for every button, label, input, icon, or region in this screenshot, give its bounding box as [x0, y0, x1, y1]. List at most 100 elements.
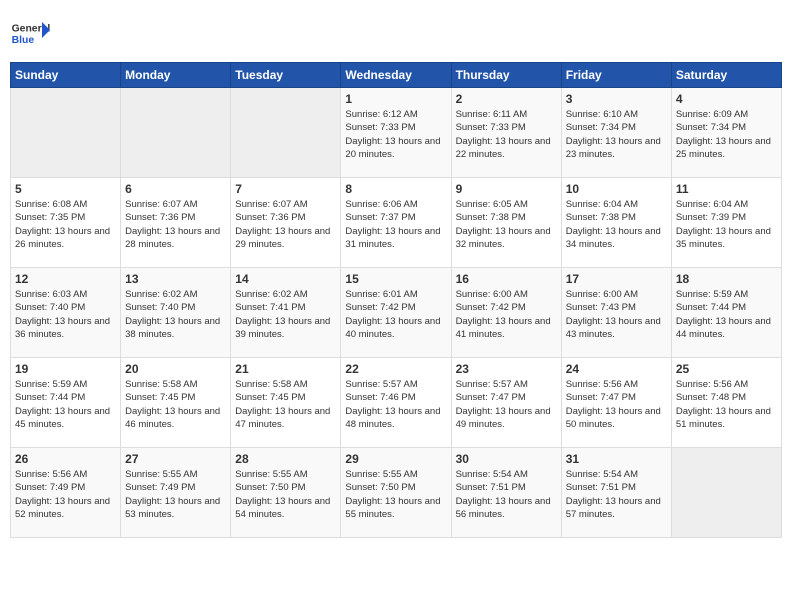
day-number: 21: [235, 362, 336, 376]
calendar-cell: 13 Sunrise: 6:02 AMSunset: 7:40 PMDayligh…: [121, 268, 231, 358]
day-number: 14: [235, 272, 336, 286]
day-info: Sunrise: 5:56 AMSunset: 7:49 PMDaylight:…: [15, 468, 116, 521]
day-info: Sunrise: 5:59 AMSunset: 7:44 PMDaylight:…: [676, 288, 777, 341]
day-number: 20: [125, 362, 226, 376]
day-info: Sunrise: 5:58 AMSunset: 7:45 PMDaylight:…: [235, 378, 336, 431]
day-info: Sunrise: 6:07 AMSunset: 7:36 PMDaylight:…: [125, 198, 226, 251]
day-info: Sunrise: 5:59 AMSunset: 7:44 PMDaylight:…: [15, 378, 116, 431]
day-number: 17: [566, 272, 667, 286]
calendar-cell: 29 Sunrise: 5:55 AMSunset: 7:50 PMDayligh…: [341, 448, 451, 538]
svg-text:Blue: Blue: [12, 35, 35, 46]
day-number: 12: [15, 272, 116, 286]
day-info: Sunrise: 6:10 AMSunset: 7:34 PMDaylight:…: [566, 108, 667, 161]
calendar-cell: 23 Sunrise: 5:57 AMSunset: 7:47 PMDayligh…: [451, 358, 561, 448]
weekday-header-saturday: Saturday: [671, 63, 781, 88]
day-number: 11: [676, 182, 777, 196]
calendar-week-5: 26 Sunrise: 5:56 AMSunset: 7:49 PMDayligh…: [11, 448, 782, 538]
day-number: 5: [15, 182, 116, 196]
day-number: 31: [566, 452, 667, 466]
calendar-cell: 17 Sunrise: 6:00 AMSunset: 7:43 PMDayligh…: [561, 268, 671, 358]
day-info: Sunrise: 6:00 AMSunset: 7:43 PMDaylight:…: [566, 288, 667, 341]
weekday-header-friday: Friday: [561, 63, 671, 88]
weekday-header-sunday: Sunday: [11, 63, 121, 88]
day-info: Sunrise: 6:04 AMSunset: 7:38 PMDaylight:…: [566, 198, 667, 251]
calendar-cell: 20 Sunrise: 5:58 AMSunset: 7:45 PMDayligh…: [121, 358, 231, 448]
day-number: 15: [345, 272, 446, 286]
calendar-cell: 19 Sunrise: 5:59 AMSunset: 7:44 PMDayligh…: [11, 358, 121, 448]
day-info: Sunrise: 6:04 AMSunset: 7:39 PMDaylight:…: [676, 198, 777, 251]
day-number: 1: [345, 92, 446, 106]
calendar-cell: 14 Sunrise: 6:02 AMSunset: 7:41 PMDayligh…: [231, 268, 341, 358]
day-number: 29: [345, 452, 446, 466]
calendar-cell: 10 Sunrise: 6:04 AMSunset: 7:38 PMDayligh…: [561, 178, 671, 268]
day-info: Sunrise: 6:00 AMSunset: 7:42 PMDaylight:…: [456, 288, 557, 341]
calendar-cell: 9 Sunrise: 6:05 AMSunset: 7:38 PMDaylight…: [451, 178, 561, 268]
day-number: 23: [456, 362, 557, 376]
calendar-cell: 1 Sunrise: 6:12 AMSunset: 7:33 PMDaylight…: [341, 88, 451, 178]
calendar-cell: 24Sunrise: 5:56 AMSunset: 7:47 PMDayligh…: [561, 358, 671, 448]
day-info: Sunrise: 6:02 AMSunset: 7:41 PMDaylight:…: [235, 288, 336, 341]
calendar-cell: [11, 88, 121, 178]
day-info: Sunrise: 6:05 AMSunset: 7:38 PMDaylight:…: [456, 198, 557, 251]
calendar-cell: [671, 448, 781, 538]
day-info: Sunrise: 5:58 AMSunset: 7:45 PMDaylight:…: [125, 378, 226, 431]
day-number: 25: [676, 362, 777, 376]
day-info: Sunrise: 6:06 AMSunset: 7:37 PMDaylight:…: [345, 198, 446, 251]
calendar-cell: 5 Sunrise: 6:08 AMSunset: 7:35 PMDaylight…: [11, 178, 121, 268]
calendar-cell: 4Sunrise: 6:09 AMSunset: 7:34 PMDaylight…: [671, 88, 781, 178]
calendar-cell: 2 Sunrise: 6:11 AMSunset: 7:33 PMDaylight…: [451, 88, 561, 178]
calendar-cell: [231, 88, 341, 178]
calendar-cell: 22Sunrise: 5:57 AMSunset: 7:46 PMDayligh…: [341, 358, 451, 448]
calendar-week-3: 12 Sunrise: 6:03 AMSunset: 7:40 PMDayligh…: [11, 268, 782, 358]
day-info: Sunrise: 6:08 AMSunset: 7:35 PMDaylight:…: [15, 198, 116, 251]
calendar-week-4: 19 Sunrise: 5:59 AMSunset: 7:44 PMDayligh…: [11, 358, 782, 448]
day-number: 9: [456, 182, 557, 196]
day-number: 6: [125, 182, 226, 196]
day-info: Sunrise: 5:54 AMSunset: 7:51 PMDaylight:…: [456, 468, 557, 521]
day-info: Sunrise: 6:09 AMSunset: 7:34 PMDaylight:…: [676, 108, 777, 161]
day-info: Sunrise: 5:55 AMSunset: 7:50 PMDaylight:…: [345, 468, 446, 521]
calendar-cell: 25 Sunrise: 5:56 AMSunset: 7:48 PMDayligh…: [671, 358, 781, 448]
weekday-header-tuesday: Tuesday: [231, 63, 341, 88]
calendar-cell: [121, 88, 231, 178]
day-number: 27: [125, 452, 226, 466]
calendar-week-2: 5 Sunrise: 6:08 AMSunset: 7:35 PMDaylight…: [11, 178, 782, 268]
calendar-cell: 30 Sunrise: 5:54 AMSunset: 7:51 PMDayligh…: [451, 448, 561, 538]
day-number: 10: [566, 182, 667, 196]
calendar-cell: 11 Sunrise: 6:04 AMSunset: 7:39 PMDayligh…: [671, 178, 781, 268]
calendar-cell: 18Sunrise: 5:59 AMSunset: 7:44 PMDayligh…: [671, 268, 781, 358]
day-number: 19: [15, 362, 116, 376]
day-info: Sunrise: 5:56 AMSunset: 7:47 PMDaylight:…: [566, 378, 667, 431]
day-number: 28: [235, 452, 336, 466]
day-info: Sunrise: 6:03 AMSunset: 7:40 PMDaylight:…: [15, 288, 116, 341]
day-info: Sunrise: 5:57 AMSunset: 7:47 PMDaylight:…: [456, 378, 557, 431]
day-info: Sunrise: 6:12 AMSunset: 7:33 PMDaylight:…: [345, 108, 446, 161]
calendar-cell: 7Sunrise: 6:07 AMSunset: 7:36 PMDaylight…: [231, 178, 341, 268]
day-info: Sunrise: 5:55 AMSunset: 7:50 PMDaylight:…: [235, 468, 336, 521]
calendar-cell: 12 Sunrise: 6:03 AMSunset: 7:40 PMDayligh…: [11, 268, 121, 358]
calendar-table: SundayMondayTuesdayWednesdayThursdayFrid…: [10, 62, 782, 538]
calendar-cell: 26 Sunrise: 5:56 AMSunset: 7:49 PMDayligh…: [11, 448, 121, 538]
logo: General Blue: [10, 14, 54, 54]
day-info: Sunrise: 6:11 AMSunset: 7:33 PMDaylight:…: [456, 108, 557, 161]
day-number: 22: [345, 362, 446, 376]
weekday-header-thursday: Thursday: [451, 63, 561, 88]
day-number: 3: [566, 92, 667, 106]
day-number: 26: [15, 452, 116, 466]
calendar-cell: 8Sunrise: 6:06 AMSunset: 7:37 PMDaylight…: [341, 178, 451, 268]
day-info: Sunrise: 5:56 AMSunset: 7:48 PMDaylight:…: [676, 378, 777, 431]
calendar-week-1: 1 Sunrise: 6:12 AMSunset: 7:33 PMDaylight…: [11, 88, 782, 178]
day-info: Sunrise: 6:02 AMSunset: 7:40 PMDaylight:…: [125, 288, 226, 341]
calendar-cell: 6 Sunrise: 6:07 AMSunset: 7:36 PMDaylight…: [121, 178, 231, 268]
day-info: Sunrise: 6:07 AMSunset: 7:36 PMDaylight:…: [235, 198, 336, 251]
weekday-header-wednesday: Wednesday: [341, 63, 451, 88]
weekday-header-monday: Monday: [121, 63, 231, 88]
day-info: Sunrise: 5:55 AMSunset: 7:49 PMDaylight:…: [125, 468, 226, 521]
day-number: 2: [456, 92, 557, 106]
header: General Blue: [10, 10, 782, 54]
day-number: 30: [456, 452, 557, 466]
calendar-cell: 3 Sunrise: 6:10 AMSunset: 7:34 PMDaylight…: [561, 88, 671, 178]
day-number: 13: [125, 272, 226, 286]
calendar-cell: 28 Sunrise: 5:55 AMSunset: 7:50 PMDayligh…: [231, 448, 341, 538]
day-info: Sunrise: 6:01 AMSunset: 7:42 PMDaylight:…: [345, 288, 446, 341]
